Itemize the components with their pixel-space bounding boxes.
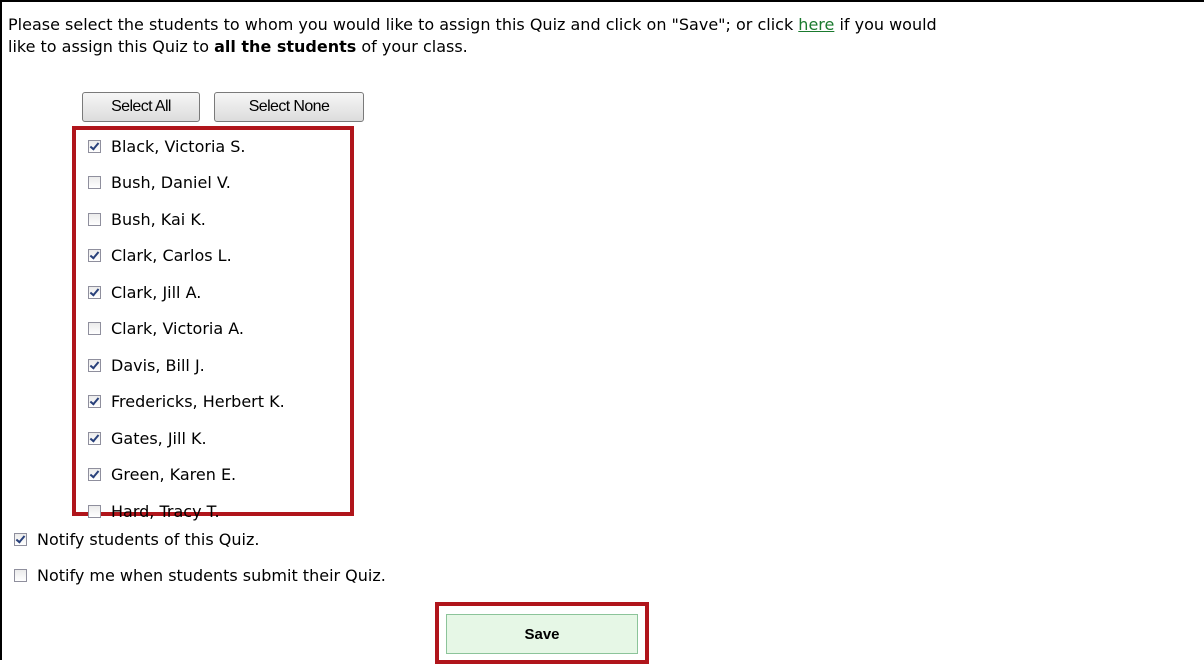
student-name: Black, Victoria S. — [111, 136, 246, 156]
student-checkbox[interactable] — [88, 504, 101, 518]
student-row[interactable]: Clark, Victoria A. — [88, 311, 285, 348]
instructions-line-2: like to assign this Quiz to all the stud… — [8, 36, 1198, 58]
student-checkbox[interactable] — [88, 468, 101, 482]
student-row[interactable]: Hard, Tracy T. — [88, 493, 285, 530]
student-row[interactable]: Clark, Carlos L. — [88, 238, 285, 275]
save-button[interactable]: Save — [446, 614, 638, 654]
student-row[interactable]: Bush, Daniel V. — [88, 165, 285, 202]
notify-students-label: Notify students of this Quiz. — [37, 530, 260, 549]
student-row[interactable]: Fredericks, Herbert K. — [88, 384, 285, 421]
student-checkbox[interactable] — [88, 139, 101, 153]
student-name: Clark, Jill A. — [111, 282, 202, 302]
instructions-text-3: of your class. — [356, 37, 468, 56]
student-list: Black, Victoria S. Bush, Daniel V. Bush, K… — [88, 128, 285, 530]
student-row[interactable]: Gates, Jill K. — [88, 420, 285, 457]
student-checkbox[interactable] — [88, 176, 101, 190]
notify-students-checkbox[interactable] — [14, 533, 27, 546]
select-none-button[interactable]: Select None — [214, 92, 364, 122]
student-name: Bush, Kai K. — [111, 209, 206, 229]
assign-all-link[interactable]: here — [798, 15, 834, 34]
student-row[interactable]: Black, Victoria S. — [88, 128, 285, 165]
student-checkbox[interactable] — [88, 395, 101, 409]
notify-me-checkbox[interactable] — [14, 569, 27, 582]
student-checkbox[interactable] — [88, 322, 101, 336]
student-name: Bush, Daniel V. — [111, 173, 231, 193]
student-checkbox[interactable] — [88, 358, 101, 372]
student-row[interactable]: Davis, Bill J. — [88, 347, 285, 384]
student-name: Fredericks, Herbert K. — [111, 392, 285, 412]
instructions-text-end: if you would — [834, 15, 937, 34]
instructions-line-1: Please select the students to whom you w… — [8, 14, 1198, 36]
instructions-text: Please select the students to whom you w… — [8, 15, 799, 34]
select-all-button[interactable]: Select All — [82, 92, 200, 122]
student-name: Gates, Jill K. — [111, 428, 207, 448]
student-name: Green, Karen E. — [111, 465, 237, 485]
instructions-bold: all the students — [214, 37, 357, 56]
student-row[interactable]: Clark, Jill A. — [88, 274, 285, 311]
instructions: Please select the students to whom you w… — [8, 14, 1198, 58]
student-checkbox[interactable] — [88, 285, 101, 299]
student-name: Davis, Bill J. — [111, 355, 205, 375]
student-row[interactable]: Green, Karen E. — [88, 457, 285, 494]
student-name: Clark, Carlos L. — [111, 246, 232, 266]
notify-me-option[interactable]: Notify me when students submit their Qui… — [14, 566, 386, 585]
student-row[interactable]: Bush, Kai K. — [88, 201, 285, 238]
student-checkbox[interactable] — [88, 249, 101, 263]
student-checkbox[interactable] — [88, 431, 101, 445]
student-name: Hard, Tracy T. — [111, 501, 220, 521]
notify-students-option[interactable]: Notify students of this Quiz. — [14, 530, 259, 549]
instructions-text-2: like to assign this Quiz to — [8, 37, 215, 56]
selection-buttons: Select All Select None — [82, 92, 364, 122]
student-checkbox[interactable] — [88, 212, 101, 226]
notify-me-label: Notify me when students submit their Qui… — [37, 566, 386, 585]
student-name: Clark, Victoria A. — [111, 319, 244, 339]
